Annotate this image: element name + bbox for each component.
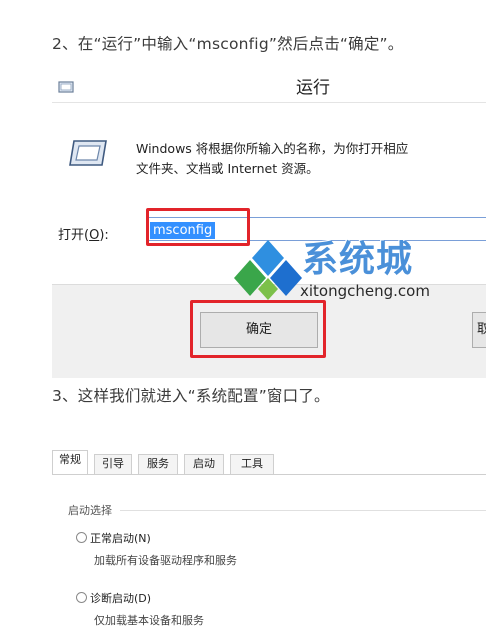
open-label-suffix: ):: [99, 228, 109, 243]
run-description-line1: Windows 将根据你所输入的名称，为你打开相应: [136, 141, 409, 156]
run-dialog-screenshot: 运行 Windows 将根据你所输入的名称，为你打开相应 文件夹、文档或 Int…: [52, 66, 486, 378]
startup-selection-label: 启动选择: [68, 502, 116, 518]
tab-boot[interactable]: 引导: [94, 454, 132, 474]
system-config-screenshot: 常规 引导 服务 启动 工具 启动选择 正常启动(N) 加载所有设备驱动程序和服…: [52, 448, 486, 628]
normal-startup-desc: 加载所有设备驱动程序和服务: [94, 554, 237, 567]
tab-services[interactable]: 服务: [138, 454, 178, 474]
run-title: 运行: [296, 78, 330, 98]
normal-startup-label[interactable]: 正常启动(N): [90, 530, 151, 546]
step-3-instruction: 3、这样我们就进入“系统配置”窗口了。: [52, 387, 330, 405]
open-label: 打开(O):: [58, 224, 109, 243]
diagnostic-startup-desc: 仅加载基本设备和服务: [94, 614, 204, 627]
watermark: 系统城 xitongcheng.com: [232, 232, 442, 314]
diamond-logo-icon: [232, 238, 304, 304]
diagnostic-startup-label[interactable]: 诊断启动(D): [90, 590, 151, 606]
tab-startup[interactable]: 启动: [184, 454, 224, 474]
run-titlebar: 运行: [52, 66, 486, 102]
open-label-prefix: 打开(: [58, 228, 90, 243]
tab-general[interactable]: 常规: [52, 450, 88, 475]
group-divider: [120, 510, 486, 511]
run-description-line2: 文件夹、文档或 Internet 资源。: [136, 161, 319, 176]
watermark-brand: 系统城: [302, 239, 414, 280]
tab-tools[interactable]: 工具: [230, 454, 274, 474]
cancel-button[interactable]: 取: [472, 312, 486, 348]
diagnostic-startup-radio[interactable]: [76, 592, 87, 603]
tab-divider: [52, 474, 486, 475]
config-tabs: 常规 引导 服务 启动 工具: [52, 448, 486, 475]
normal-startup-radio[interactable]: [76, 532, 87, 543]
step-2-instruction: 2、在“运行”中输入“msconfig”然后点击“确定”。: [52, 35, 404, 53]
open-label-accesskey: O: [89, 228, 100, 243]
run-description: Windows 将根据你所输入的名称，为你打开相应 文件夹、文档或 Intern…: [136, 139, 408, 179]
run-window-icon: [58, 78, 74, 97]
run-program-icon: [68, 138, 108, 172]
watermark-url: xitongcheng.com: [300, 282, 430, 300]
